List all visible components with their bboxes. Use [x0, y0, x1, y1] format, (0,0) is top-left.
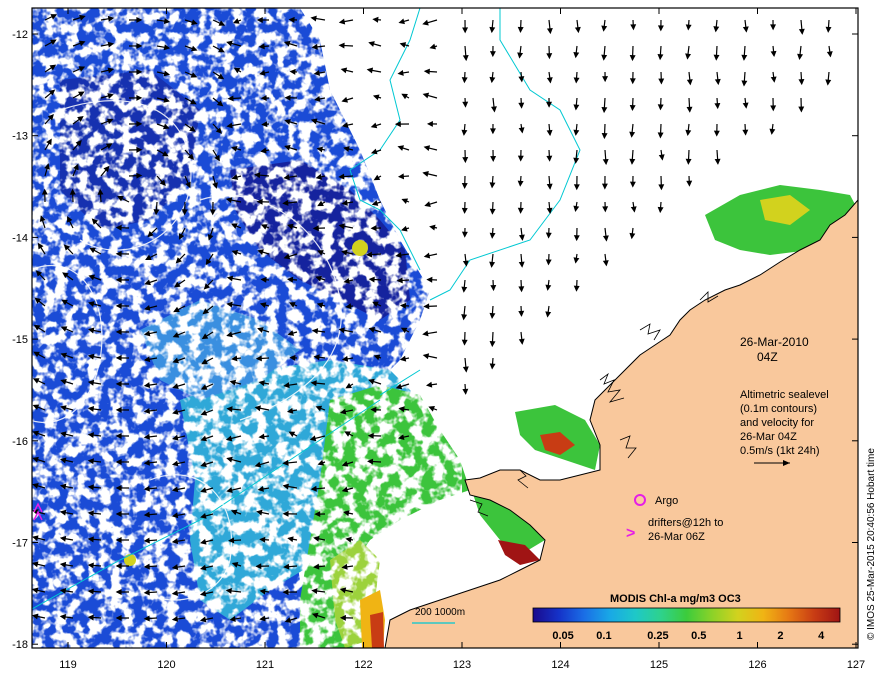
drifters-label-2: 26-Mar 06Z	[648, 531, 705, 543]
x-tick-label: 121	[256, 659, 274, 671]
y-tick-label: -15	[12, 334, 28, 346]
drifter-marker-icon: >	[626, 525, 635, 542]
y-tick-label: -14	[12, 232, 28, 244]
x-tick-label: 120	[157, 659, 175, 671]
alt-line: (0.1m contours)	[740, 403, 817, 415]
reef-patch-2	[124, 554, 136, 566]
y-tick-label: -12	[12, 29, 28, 41]
map-figure: 119 120 121 122 123 124 125 126 127-12-13-14-15-…	[12, 7, 877, 671]
argo-label: Argo	[655, 495, 678, 507]
y-tick-label: -18	[12, 639, 28, 651]
x-tick-label: 127	[847, 659, 865, 671]
y-tick-label: -17	[12, 538, 28, 550]
colorbar-tick-label: 0.5	[691, 630, 706, 642]
alt-line: Altimetric sealevel	[740, 389, 829, 401]
x-tick-label: 122	[354, 659, 372, 671]
chl-patch-broome-red	[370, 612, 384, 648]
colorbar-tick-label: 0.25	[647, 630, 668, 642]
colorbar-tick-label: 0.05	[552, 630, 573, 642]
colorbar-tick-label: 1	[737, 630, 743, 642]
time-label: 04Z	[757, 350, 778, 364]
alt-line: 0.5m/s (1kt 24h)	[740, 445, 819, 457]
colorbar-tick-label: 2	[777, 630, 783, 642]
reef-patch	[352, 240, 368, 256]
map-layers	[32, 8, 858, 648]
credit-text: © IMOS 25-Mar-2015 20:40:56 Hobart time	[866, 448, 877, 640]
colorbar	[532, 607, 841, 623]
x-tick-label: 124	[551, 659, 569, 671]
y-tick-label: -16	[12, 436, 28, 448]
y-tick-label: -13	[12, 131, 28, 143]
colorbar-tick-label: 4	[818, 630, 825, 642]
drifters-label-1: drifters@12h to	[648, 517, 723, 529]
cloud-cover	[32, 8, 462, 648]
x-tick-label: 119	[59, 659, 77, 671]
colorbar-title: MODIS Chl-a mg/m3 OC3	[610, 593, 741, 605]
alt-line: and velocity for	[740, 417, 814, 429]
colorbar-tick-label: 0.1	[596, 630, 611, 642]
x-tick-label: 126	[748, 659, 766, 671]
date-label: 26-Mar-2010	[740, 335, 809, 349]
bathy-legend-label: 200 1000m	[415, 607, 465, 618]
x-tick-label: 123	[453, 659, 471, 671]
alt-line: 26-Mar 04Z	[740, 431, 797, 443]
x-tick-label: 125	[650, 659, 668, 671]
